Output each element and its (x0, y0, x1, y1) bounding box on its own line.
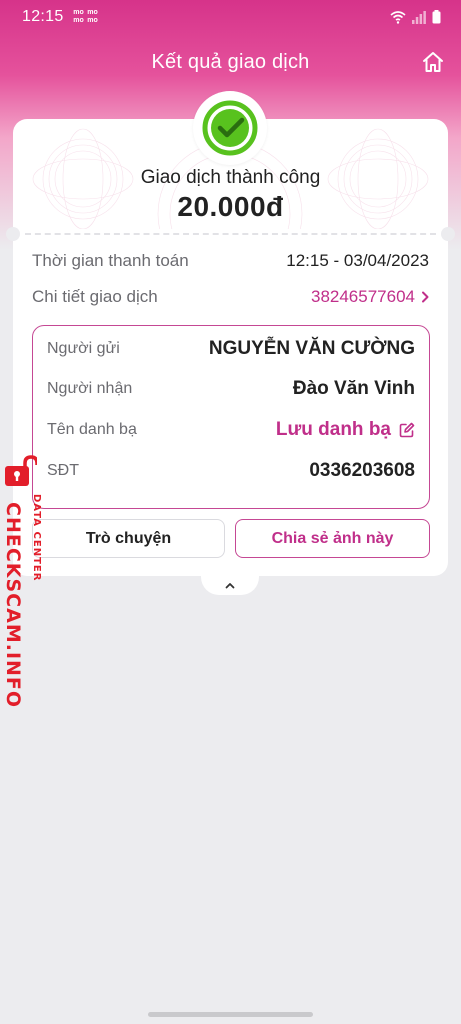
transaction-id-link[interactable]: 38246577604 (311, 287, 429, 307)
ticket-divider (25, 233, 436, 235)
success-badge (193, 91, 267, 165)
watermark-main-text: CHECKSCAM.INFO (2, 502, 24, 709)
status-icons (390, 10, 441, 24)
home-icon (423, 52, 443, 72)
phone-row: SĐT 0336203608 (47, 460, 415, 482)
status-time: 12:15 (22, 8, 64, 25)
sender-row: Người gửi NGUYỄN VĂN CƯỜNG (47, 338, 415, 360)
transaction-id: 38246577604 (310, 287, 415, 306)
checkscam-watermark: CHECKSCAM.INFO DATA CENTER (0, 454, 48, 708)
sender-label: Người gửi (47, 340, 120, 357)
page-title: Kết quả giao dịch (151, 50, 310, 73)
navigation-bar: Kết quả giao dịch (0, 40, 461, 84)
transaction-detail-row[interactable]: Chi tiết giao dịch 38246577604 (32, 287, 429, 307)
ticket-notch-left (6, 227, 20, 241)
check-circle-icon (202, 100, 258, 156)
save-contact-label: Lưu danh bạ (275, 419, 391, 440)
home-indicator[interactable] (148, 1012, 313, 1017)
payment-time-label: Thời gian thanh toán (32, 251, 189, 270)
transaction-detail-label: Chi tiết giao dịch (32, 287, 158, 306)
wifi-icon (390, 11, 406, 24)
edit-icon (399, 422, 415, 438)
receiver-label: Người nhận (47, 380, 133, 397)
battery-icon (432, 10, 441, 24)
payment-time-row: Thời gian thanh toán 12:15 - 03/04/2023 (32, 251, 429, 271)
momo-notification-icon: mo mo mo mo (73, 9, 98, 24)
receiver-name: Đào Văn Vinh (292, 378, 415, 399)
contact-row: Tên danh bạ Lưu danh bạ (47, 419, 415, 441)
share-image-button[interactable]: Chia sẻ ảnh này (235, 519, 430, 558)
status-bar: 12:15 mo mo mo mo (0, 0, 461, 34)
transaction-status: Giao dịch thành công (140, 167, 321, 188)
phone-number: 0336203608 (309, 460, 415, 481)
chevron-right-icon (422, 291, 429, 303)
collapse-button[interactable] (201, 575, 259, 595)
chat-button[interactable]: Trò chuyện (32, 519, 225, 558)
contact-label: Tên danh bạ (47, 421, 137, 438)
home-button[interactable] (419, 48, 447, 76)
chevron-up-icon (225, 582, 235, 588)
save-contact-button[interactable]: Lưu danh bạ (276, 419, 415, 441)
phone-label: SĐT (47, 462, 79, 479)
ticket-notch-right (441, 227, 455, 241)
sender-name: NGUYỄN VĂN CƯỜNG (208, 338, 415, 359)
receiver-row: Người nhận Đào Văn Vinh (47, 378, 415, 400)
transfer-details: Người gửi NGUYỄN VĂN CƯỜNG Người nhận Đà… (32, 325, 430, 509)
transaction-amount: 20.000đ (177, 191, 284, 222)
payment-time-value: 12:15 - 03/04/2023 (286, 251, 429, 270)
signal-icon (412, 10, 426, 24)
transaction-result-card: Giao dịch thành công 20.000đ Thời gian t… (6, 91, 455, 576)
watermark-sub-text: DATA CENTER (31, 494, 42, 582)
lock-icon (5, 455, 37, 486)
